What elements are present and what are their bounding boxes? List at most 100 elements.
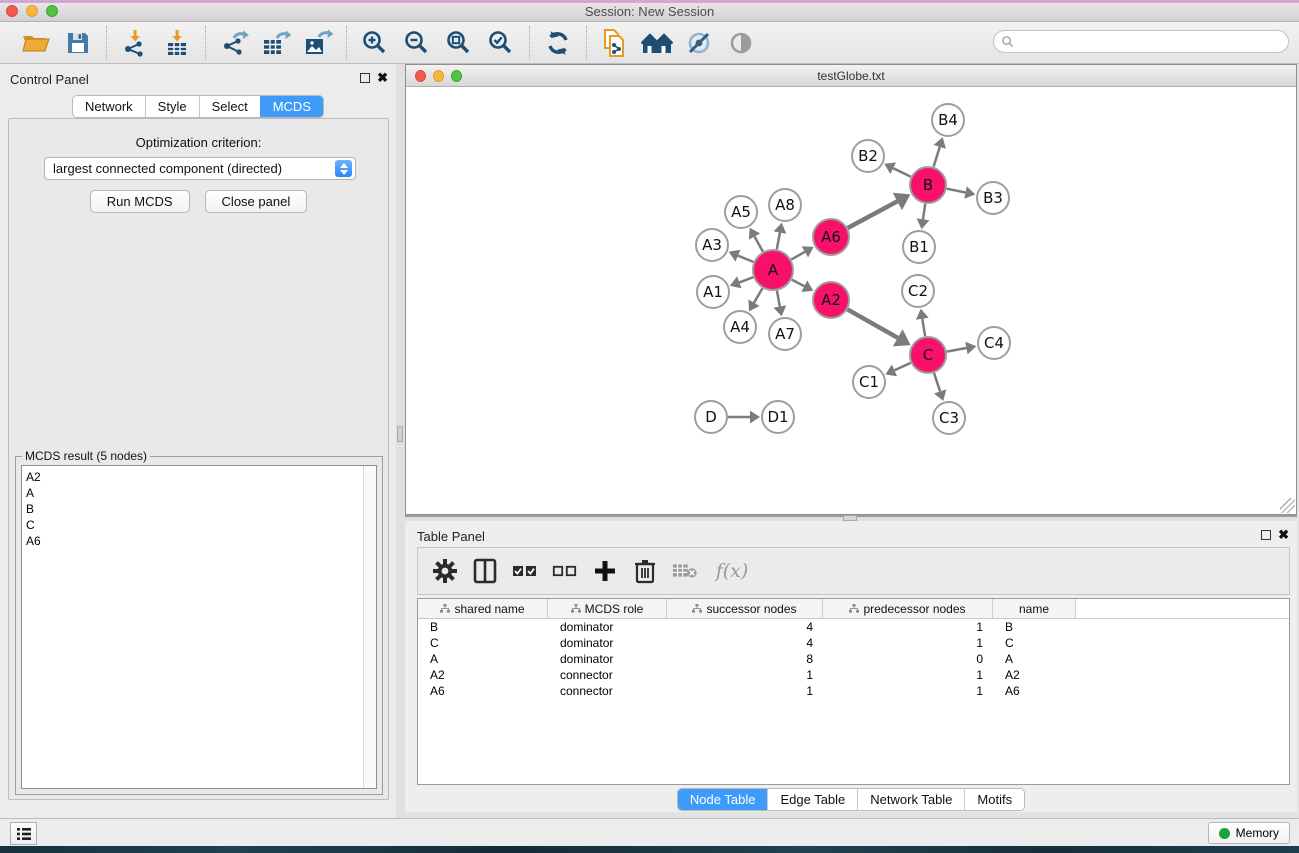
zoom-selected-icon[interactable]	[483, 26, 519, 60]
cell-predecessor-nodes: 1	[823, 668, 993, 682]
select-all-icon[interactable]	[512, 556, 538, 586]
search-box[interactable]	[993, 30, 1289, 53]
result-item[interactable]: B	[26, 501, 41, 517]
clear-selection-icon[interactable]	[552, 556, 578, 586]
splitter-handle[interactable]	[397, 426, 403, 442]
close-panel-icon[interactable]: ✖	[1278, 530, 1289, 540]
edge-A-A2[interactable]	[792, 280, 805, 287]
close-panel-button[interactable]: Close panel	[205, 190, 308, 213]
show-details-icon[interactable]	[723, 26, 759, 60]
cell-MCDS-role: dominator	[548, 636, 667, 650]
column-header-shared-name[interactable]: shared name	[418, 599, 548, 618]
edge-C-C1[interactable]	[895, 363, 911, 370]
memory-status-icon	[1219, 828, 1230, 839]
refresh-layout-icon[interactable]	[540, 26, 576, 60]
tab-network[interactable]: Network	[73, 96, 145, 117]
arrowhead-icon	[964, 186, 975, 199]
result-item[interactable]: C	[26, 517, 41, 533]
hide-details-icon[interactable]	[681, 26, 717, 60]
edge-B-B4[interactable]	[934, 147, 940, 167]
result-item[interactable]: A2	[26, 469, 41, 485]
table-row[interactable]: Adominator80A	[418, 651, 1289, 667]
open-file-icon[interactable]	[18, 26, 54, 60]
column-header-MCDS-role[interactable]: MCDS role	[548, 599, 667, 618]
node-table[interactable]: shared nameMCDS rolesuccessor nodesprede…	[417, 598, 1290, 785]
resize-grip-icon[interactable]	[1280, 498, 1295, 513]
cell-successor-nodes: 8	[667, 652, 823, 666]
edge-A6-B[interactable]	[848, 201, 898, 228]
tab-motifs[interactable]: Motifs	[964, 789, 1024, 810]
cell-successor-nodes: 1	[667, 668, 823, 682]
search-input[interactable]	[1014, 35, 1288, 49]
tab-select[interactable]: Select	[199, 96, 260, 117]
tab-node-table[interactable]: Node Table	[678, 789, 768, 810]
gear-icon[interactable]	[432, 556, 458, 586]
result-item[interactable]: A	[26, 485, 41, 501]
column-chooser-icon[interactable]	[472, 556, 498, 586]
status-bar: Memory	[0, 818, 1299, 846]
edge-A-A4[interactable]	[754, 288, 763, 303]
network-graph[interactable]: AA1A2A3A4A5A6A7A8BB1B2B3B4CC1C2C3C4DD1	[406, 87, 1296, 514]
tab-edge-table[interactable]: Edge Table	[767, 789, 857, 810]
vertical-splitter[interactable]	[396, 64, 405, 818]
memory-button[interactable]: Memory	[1208, 822, 1290, 844]
tab-style[interactable]: Style	[145, 96, 199, 117]
node-label: C3	[939, 409, 959, 427]
table-row[interactable]: Cdominator41C	[418, 635, 1289, 651]
export-image-icon[interactable]	[300, 26, 336, 60]
result-scrollbar[interactable]	[363, 466, 376, 788]
node-label: A5	[731, 203, 751, 221]
zoom-out-icon[interactable]	[399, 26, 435, 60]
table-row[interactable]: Bdominator41B	[418, 619, 1289, 635]
add-column-icon[interactable]	[592, 556, 618, 586]
task-history-button[interactable]	[10, 822, 37, 845]
float-panel-icon[interactable]	[360, 73, 370, 83]
run-mcds-button[interactable]: Run MCDS	[90, 190, 190, 213]
export-table-icon[interactable]	[258, 26, 294, 60]
cell-name: A	[993, 652, 1076, 666]
edge-B-B2[interactable]	[893, 168, 911, 177]
control-panel-header: Control Panel ✖	[0, 64, 396, 94]
new-network-from-selection-icon[interactable]	[597, 26, 633, 60]
import-table-icon[interactable]	[159, 26, 195, 60]
table-row[interactable]: A6connector11A6	[418, 683, 1289, 699]
mcds-result-list[interactable]: A2ABCA6	[21, 465, 377, 789]
first-neighbors-icon[interactable]	[639, 26, 675, 60]
delete-table-icon	[672, 556, 698, 586]
close-panel-icon[interactable]: ✖	[377, 73, 388, 83]
result-item[interactable]: A6	[26, 533, 41, 549]
column-header-predecessor-nodes[interactable]: predecessor nodes	[823, 599, 993, 618]
tab-mcds[interactable]: MCDS	[260, 96, 323, 117]
column-header-name[interactable]: name	[993, 599, 1076, 618]
zoom-fit-icon[interactable]	[441, 26, 477, 60]
save-session-icon[interactable]	[60, 26, 96, 60]
edge-B-B3[interactable]	[947, 189, 966, 193]
export-network-icon[interactable]	[216, 26, 252, 60]
arrowhead-icon	[965, 342, 976, 355]
edge-C-C4[interactable]	[947, 348, 967, 352]
tab-network-table[interactable]: Network Table	[857, 789, 964, 810]
edge-A-A3[interactable]	[738, 256, 754, 262]
cell-shared-name: A2	[418, 668, 548, 682]
edge-A-A1[interactable]	[739, 277, 753, 282]
arrowhead-icon	[916, 309, 929, 320]
float-panel-icon[interactable]	[1261, 530, 1271, 540]
zoom-in-icon[interactable]	[357, 26, 393, 60]
delete-column-icon[interactable]	[632, 556, 658, 586]
edge-A-A8[interactable]	[777, 233, 780, 250]
edge-A-A7[interactable]	[777, 291, 780, 307]
table-row[interactable]: A2connector11A2	[418, 667, 1289, 683]
edge-C-C3[interactable]	[934, 373, 940, 391]
edge-A-A5[interactable]	[755, 237, 763, 252]
import-network-icon[interactable]	[117, 26, 153, 60]
edge-B-B1[interactable]	[923, 204, 925, 220]
list-icon	[16, 827, 32, 841]
criterion-dropdown[interactable]: largest connected component (directed)	[44, 157, 356, 180]
network-window-titlebar[interactable]: testGlobe.txt	[406, 65, 1296, 87]
column-header-successor-nodes[interactable]: successor nodes	[667, 599, 823, 618]
edge-C-C2[interactable]	[922, 319, 925, 337]
table-tabs: Node TableEdge TableNetwork TableMotifs	[405, 788, 1297, 811]
edge-A-A6[interactable]	[791, 252, 805, 260]
edge-A2-C[interactable]	[848, 309, 898, 337]
network-canvas[interactable]: AA1A2A3A4A5A6A7A8BB1B2B3B4CC1C2C3C4DD1	[406, 87, 1296, 514]
